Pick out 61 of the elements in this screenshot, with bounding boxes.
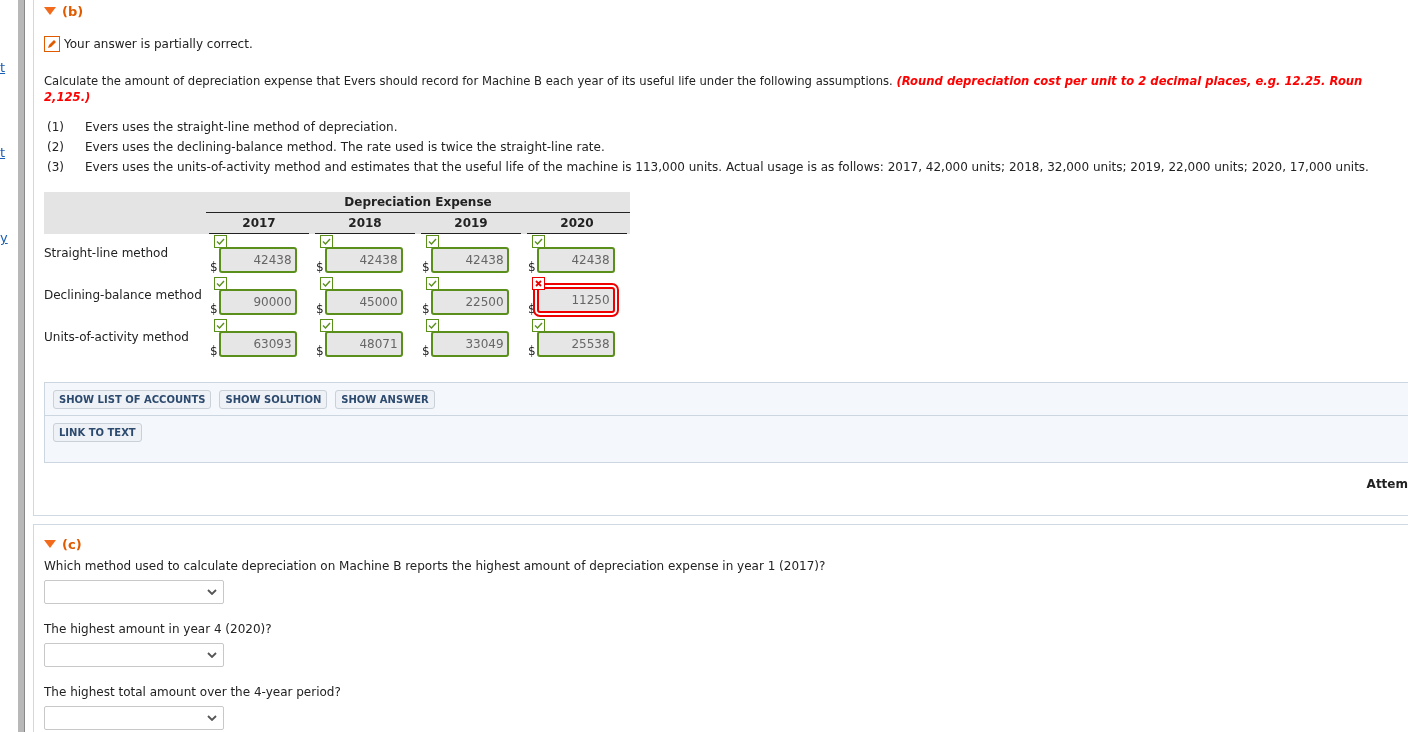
action-button[interactable]: SHOW LIST OF ACCOUNTS — [53, 389, 212, 409]
chevron-icon — [207, 652, 217, 658]
answer-dropdown[interactable] — [44, 706, 224, 730]
currency-sign: $ — [210, 261, 218, 273]
column-header: 2018 — [315, 213, 415, 234]
group-header: Depreciation Expense — [206, 192, 630, 213]
attempts-label: Attem — [1365, 477, 1408, 491]
currency-sign: $ — [422, 261, 430, 273]
amount-field[interactable]: 42438 — [218, 247, 297, 273]
pencil-icon — [44, 36, 60, 52]
sidebar-link[interactable]: y — [0, 230, 8, 245]
assumption-text: Evers uses the straight-line method of depreciation. — [85, 120, 398, 134]
currency-sign: $ — [210, 345, 218, 357]
amount-field[interactable]: 90000 — [218, 289, 297, 315]
part-label: (b) — [62, 3, 84, 19]
amount-field[interactable]: 22500 — [430, 289, 509, 315]
instructions-text: Calculate the amount of depreciation expense that Evers should record for Machine B each year of its useful life under the following assumptions. (Round depreciation cost per unit to 2 decimal places, e.g. 12.25. Roun 2,125.) — [44, 73, 1364, 105]
answer-dropdown[interactable] — [44, 580, 224, 604]
amount-field[interactable]: 42438 — [324, 247, 403, 273]
sidebar-link[interactable]: t — [0, 60, 6, 75]
sidebar-link[interactable]: t — [0, 145, 6, 160]
action-button[interactable]: SHOW ANSWER — [335, 389, 435, 409]
amount-field[interactable]: 63093 — [218, 331, 297, 357]
currency-sign: $ — [316, 345, 324, 357]
action-button[interactable]: SHOW SOLUTION — [219, 389, 328, 409]
amount-field[interactable]: 42438 — [536, 247, 615, 273]
answer-dropdown[interactable] — [44, 643, 224, 667]
column-header: 2019 — [421, 213, 521, 234]
currency-sign: $ — [210, 303, 218, 315]
amount-field[interactable]: 42438 — [430, 247, 509, 273]
assumption-number: (1) — [46, 120, 65, 134]
chevron-icon — [207, 715, 217, 721]
row-label: Units-of-activity method — [44, 329, 190, 345]
row-label: Straight-line method — [44, 245, 169, 261]
amount-field[interactable]: 25538 — [536, 331, 615, 357]
currency-sign: $ — [316, 303, 324, 315]
caret-icon[interactable] — [44, 540, 56, 548]
question-text: The highest total amount over the 4-year period? — [44, 685, 342, 699]
assumption-number: (3) — [46, 160, 65, 174]
question-text: The highest amount in year 4 (2020)? — [44, 622, 273, 636]
currency-sign: $ — [422, 345, 430, 357]
currency-sign: $ — [316, 261, 324, 273]
column-header: 2017 — [209, 213, 309, 234]
amount-field[interactable]: 48071 — [324, 331, 403, 357]
assumption-text: Evers uses the units-of-activity method and estimates that the useful life of the machine is 113,000 units. Actual usage is as follows: 2017, 42,000 units; 2018, 32,000 units; 2019, 22,000 units; 2020, 17,000 units. — [85, 160, 1369, 174]
amount-field[interactable]: 11250 — [536, 287, 615, 313]
assumption-text: Evers uses the declining-balance method. The rate used is twice the straight-line rate. — [85, 140, 605, 154]
caret-icon[interactable] — [44, 7, 56, 15]
row-label: Declining-balance method — [44, 287, 203, 303]
column-header: 2020 — [527, 213, 627, 234]
currency-sign: $ — [528, 345, 536, 357]
currency-sign: $ — [528, 261, 536, 273]
currency-sign: $ — [422, 303, 430, 315]
assumption-number: (2) — [46, 140, 65, 154]
chevron-icon — [207, 589, 217, 595]
link-button[interactable]: LINK TO TEXT — [53, 422, 142, 442]
result-message: Your answer is partially correct. — [64, 37, 253, 51]
amount-field[interactable]: 33049 — [430, 331, 509, 357]
amount-field[interactable]: 45000 — [324, 289, 403, 315]
question-text: Which method used to calculate depreciation on Machine B reports the highest amount of depreciation expense in year 1 (2017)? — [44, 559, 827, 573]
part-label: (c) — [62, 536, 82, 552]
